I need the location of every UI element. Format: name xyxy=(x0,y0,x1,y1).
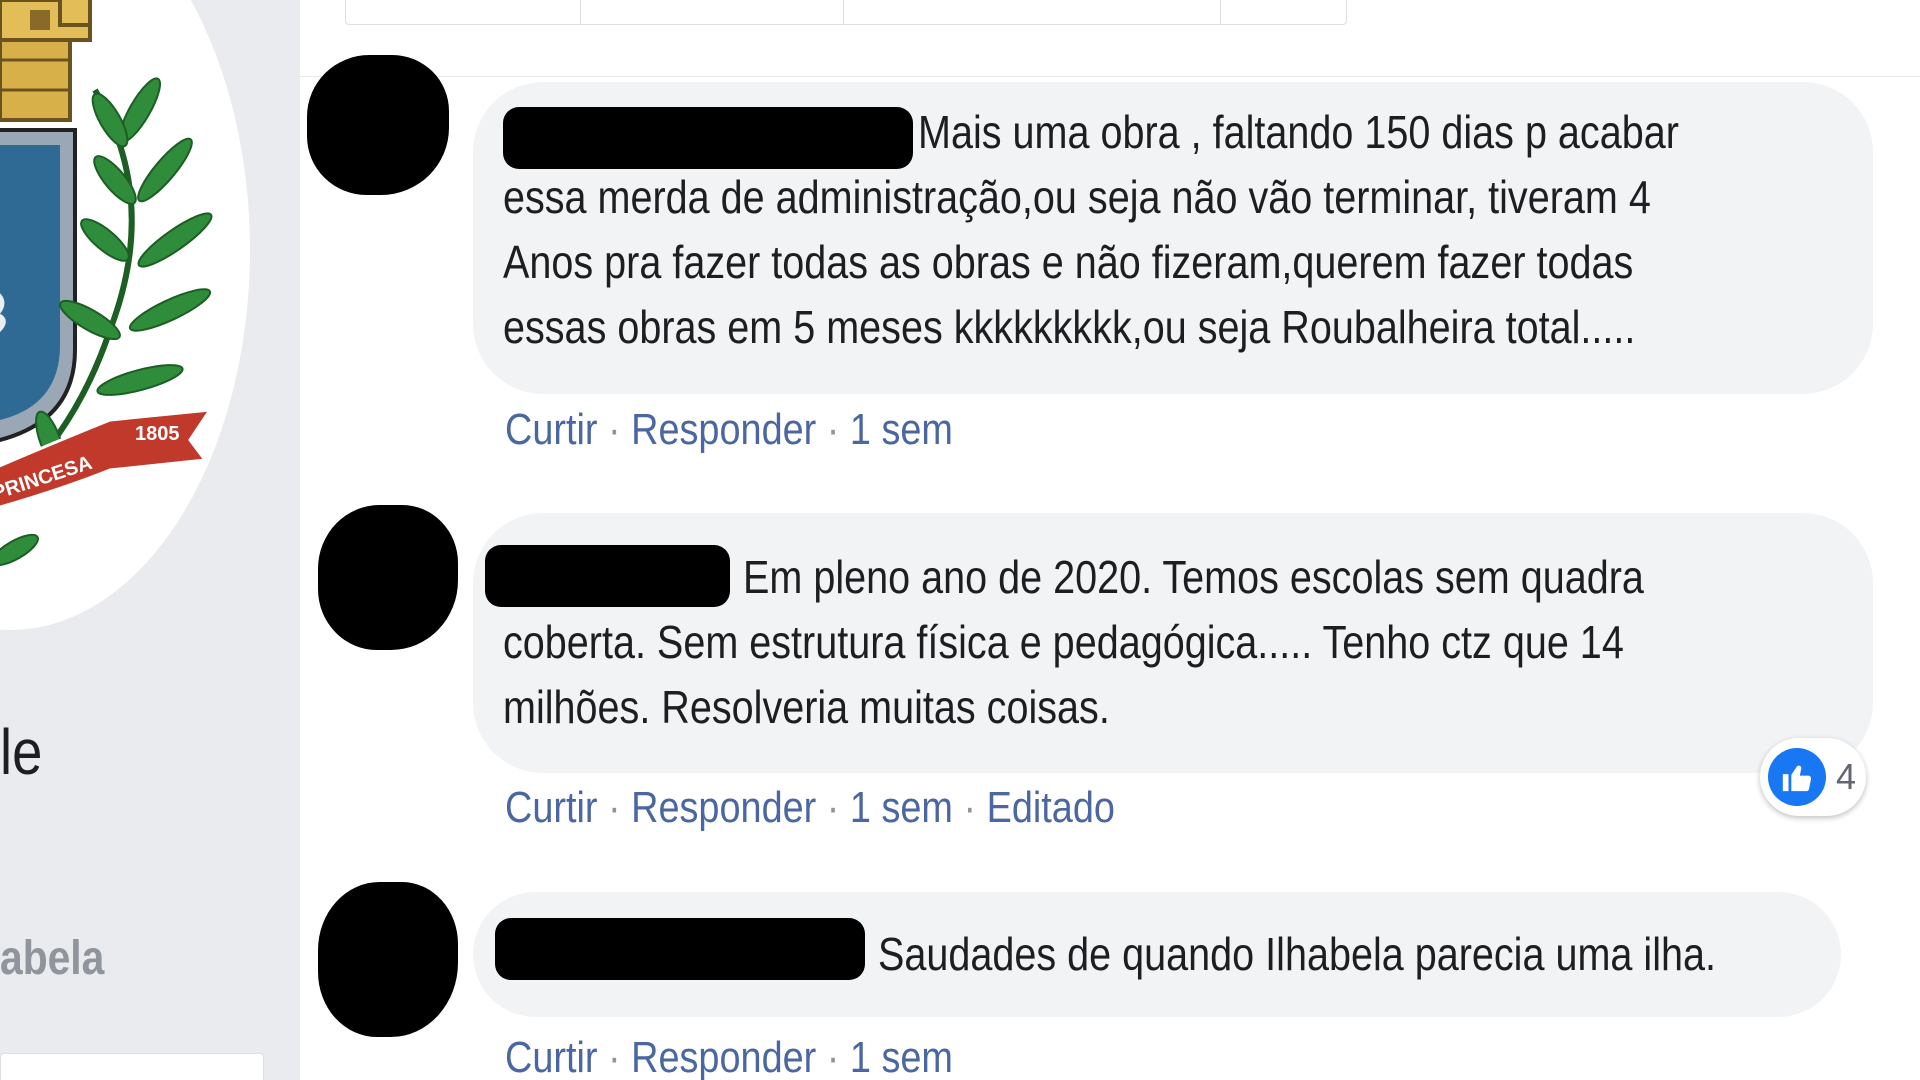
edited-label[interactable]: Editado xyxy=(987,783,1115,832)
separator: · xyxy=(597,783,632,832)
left-sidebar: 1805 PRINCESA le abela xyxy=(0,0,300,1080)
sidebar-card xyxy=(0,1053,264,1080)
post-action-bar xyxy=(345,0,1347,25)
comment-actions: Curtir · Responder · 1 sem xyxy=(505,408,953,452)
thumbs-up-icon xyxy=(1768,748,1826,806)
page-username-fragment[interactable]: abela xyxy=(0,935,104,983)
comment-text-line: Em pleno ano de 2020. Temos escolas sem … xyxy=(743,551,1644,603)
post-action-segment-3[interactable] xyxy=(844,0,1222,24)
separator: · xyxy=(952,783,987,832)
shield-icon xyxy=(0,128,77,442)
reply-link[interactable]: Responder xyxy=(631,1033,816,1080)
timestamp-link[interactable]: 1 sem xyxy=(850,405,953,454)
avatar[interactable] xyxy=(318,505,458,650)
redacted-author-name[interactable] xyxy=(495,918,865,980)
separator: · xyxy=(816,783,850,832)
comment-text-line: Mais uma obra , faltando 150 dias p acab… xyxy=(918,106,1679,158)
separator: · xyxy=(597,1033,632,1080)
page: 1805 PRINCESA le abela Mais uma obra , f… xyxy=(0,0,1920,1080)
separator: · xyxy=(816,1033,850,1080)
timestamp-link[interactable]: 1 sem xyxy=(850,783,953,832)
like-link[interactable]: Curtir xyxy=(505,783,598,832)
post-action-segment-1[interactable] xyxy=(346,0,582,24)
comment-text-line: coberta. Sem estrutura física e pedagógi… xyxy=(503,616,1624,668)
avatar[interactable] xyxy=(318,882,458,1037)
reaction-count: 4 xyxy=(1836,756,1857,797)
comment-text-line: milhões. Resolveria muitas coisas. xyxy=(503,681,1110,733)
comment-text-line: essas obras em 5 meses kkkkkkkkk,ou seja… xyxy=(503,301,1636,353)
post-action-segment-2[interactable] xyxy=(581,0,844,24)
like-link[interactable]: Curtir xyxy=(505,405,598,454)
coat-of-arms-icon: 1805 PRINCESA xyxy=(0,0,214,567)
reply-link[interactable]: Responder xyxy=(631,783,816,832)
divider xyxy=(300,76,1920,77)
crown-icon xyxy=(0,0,92,122)
like-link[interactable]: Curtir xyxy=(505,1033,598,1080)
comment-text-line: Saudades de quando Ilhabela parecia uma … xyxy=(878,928,1716,980)
timestamp-link[interactable]: 1 sem xyxy=(850,1033,953,1080)
comment-text-line: essa merda de administração,ou seja não … xyxy=(503,171,1651,223)
page-name-fragment: le xyxy=(0,716,43,788)
comment-actions: Curtir · Responder · 1 sem · Editado xyxy=(505,786,1115,830)
redacted-author-name[interactable] xyxy=(485,545,730,607)
reaction-summary[interactable]: 4 xyxy=(1760,738,1866,816)
redacted-author-name[interactable] xyxy=(503,107,913,169)
avatar[interactable] xyxy=(307,55,449,195)
thumbs-up-glyph xyxy=(1782,765,1812,792)
reply-link[interactable]: Responder xyxy=(631,405,816,454)
comment-text-line: Anos pra fazer todas as obras e não fize… xyxy=(503,236,1634,288)
post-action-segment-4[interactable] xyxy=(1221,0,1346,24)
ribbon-year: 1805 xyxy=(135,423,180,445)
separator: · xyxy=(816,405,850,454)
comment-actions: Curtir · Responder · 1 sem xyxy=(505,1036,953,1080)
separator: · xyxy=(597,405,632,454)
